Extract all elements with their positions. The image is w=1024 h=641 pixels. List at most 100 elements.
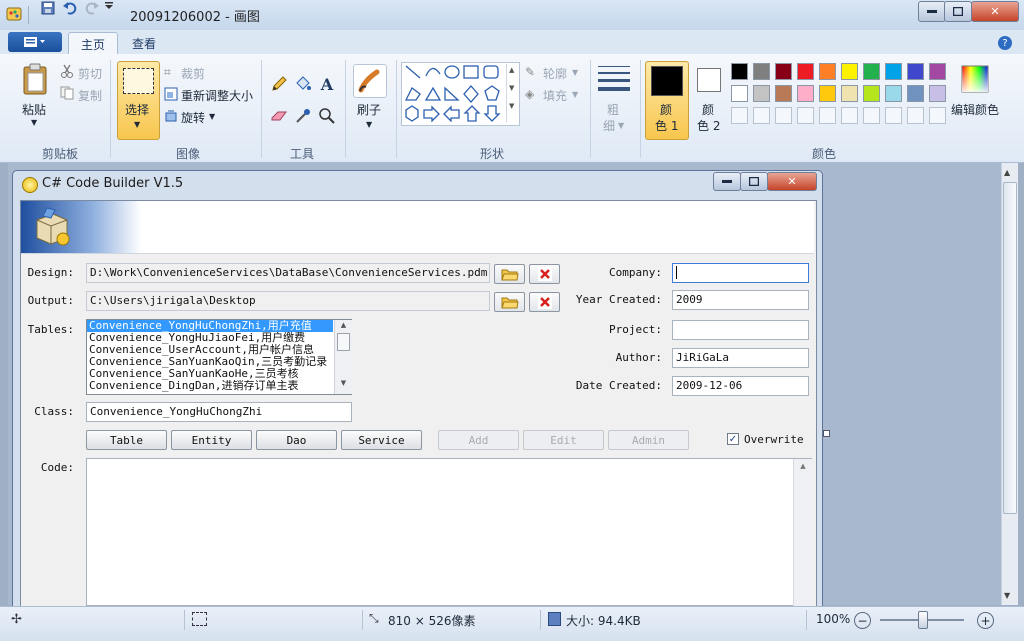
custom-color-swatch[interactable] [907, 107, 924, 124]
scroll-up-icon[interactable]: ▲ [794, 462, 812, 470]
tables-listbox[interactable]: Convenience_YongHuChongZhi,用户充值 Convenie… [86, 319, 352, 395]
code-textarea[interactable] [86, 458, 812, 606]
paste-dropdown-icon[interactable]: ▼ [31, 118, 37, 127]
palette-swatch[interactable] [731, 85, 748, 102]
custom-color-swatch[interactable] [753, 107, 770, 124]
tables-scrollbar[interactable]: ▲ ▼ [334, 320, 352, 394]
output-path-field[interactable]: C:\Users\jirigala\Desktop [86, 291, 490, 311]
dialog-maximize-button[interactable] [740, 172, 768, 191]
redo-icon[interactable] [84, 0, 100, 19]
magnifier-icon[interactable] [316, 106, 338, 126]
author-field[interactable]: JiRiGaLa [672, 348, 809, 368]
save-icon[interactable] [40, 0, 56, 19]
design-clear-button[interactable] [529, 264, 560, 284]
canvas-resize-handle[interactable] [823, 430, 830, 437]
edit-button[interactable]: Edit [523, 430, 604, 450]
pencil-icon[interactable] [268, 74, 290, 94]
palette-swatch[interactable] [929, 63, 946, 80]
palette-swatch[interactable] [731, 63, 748, 80]
service-button[interactable]: Service [341, 430, 422, 450]
maximize-button[interactable] [944, 1, 972, 22]
fill-bucket-icon[interactable] [292, 74, 314, 94]
year-created-field[interactable]: 2009 [672, 290, 809, 310]
edit-colors-icon[interactable] [960, 64, 990, 94]
custom-color-swatch[interactable] [819, 107, 836, 124]
list-item[interactable]: Convenience_UserAccount,用户帐户信息 [87, 344, 333, 356]
rotate-button[interactable]: 旋转 [181, 109, 205, 126]
add-button[interactable]: Add [438, 430, 519, 450]
code-scrollbar[interactable]: ▲ [793, 459, 812, 606]
select-dropdown-icon[interactable]: ▼ [134, 120, 140, 129]
entity-button[interactable]: Entity [171, 430, 252, 450]
tab-view[interactable]: 查看 [120, 32, 168, 54]
list-item[interactable]: Convenience_DingDan,进销存订单主表 [87, 380, 333, 392]
color2-swatch[interactable] [697, 68, 721, 92]
list-item[interactable]: Convenience_YongHuChongZhi,用户充值 [87, 320, 333, 332]
tables-scroll-thumb[interactable] [337, 333, 350, 351]
shapes-gallery-scroll[interactable]: ▲ ▼ ▼ [506, 64, 518, 122]
design-path-field[interactable]: D:\Work\ConvenienceServices\DataBase\Con… [86, 263, 490, 283]
palette-swatch[interactable] [885, 85, 902, 102]
company-field[interactable] [672, 263, 809, 283]
size-dropdown-icon[interactable]: ▼ [618, 121, 624, 130]
cut-button[interactable]: 剪切 [78, 65, 102, 82]
close-button[interactable]: ✕ [971, 1, 1019, 22]
palette-swatch[interactable] [797, 63, 814, 80]
paste-icon[interactable] [20, 62, 50, 96]
dialog-close-button[interactable]: ✕ [767, 172, 817, 191]
palette-swatch[interactable] [863, 63, 880, 80]
project-field[interactable] [672, 320, 809, 340]
overwrite-checkbox[interactable]: ✓ [727, 433, 739, 445]
palette-swatch[interactable] [885, 63, 902, 80]
admin-button[interactable]: Admin [608, 430, 689, 450]
list-item[interactable]: Convenience_YongHuJiaoFei,用户缴费 [87, 332, 333, 344]
zoom-slider-thumb[interactable] [918, 611, 928, 629]
output-clear-button[interactable] [529, 292, 560, 312]
undo-icon[interactable] [62, 0, 78, 19]
class-field[interactable]: Convenience_YongHuChongZhi [86, 402, 352, 422]
tab-home[interactable]: 主页 [68, 32, 119, 55]
date-created-field[interactable]: 2009-12-06 [672, 376, 809, 396]
line-size-icon[interactable] [598, 66, 630, 92]
custom-color-swatch[interactable] [863, 107, 880, 124]
custom-color-swatch[interactable] [731, 107, 748, 124]
palette-swatch[interactable] [775, 63, 792, 80]
zoom-out-button[interactable]: − [854, 612, 871, 629]
palette-swatch[interactable] [819, 85, 836, 102]
canvas-scroll-thumb[interactable] [1003, 182, 1017, 514]
outline-button[interactable]: 轮廓 [543, 65, 567, 82]
palette-swatch[interactable] [841, 85, 858, 102]
paste-button[interactable]: 粘贴 [22, 101, 46, 118]
brushes-dropdown-icon[interactable]: ▼ [366, 120, 372, 129]
edit-colors-button[interactable]: 编辑颜色 [951, 101, 999, 118]
outline-dropdown-icon[interactable]: ▼ [572, 68, 578, 77]
rotate-dropdown-icon[interactable]: ▼ [209, 112, 215, 121]
list-item[interactable]: Convenience_SanYuanKaoHe,三员考核 [87, 368, 333, 380]
table-button[interactable]: Table [86, 430, 167, 450]
custom-color-swatch[interactable] [841, 107, 858, 124]
brushes-icon[interactable] [353, 64, 387, 98]
palette-swatch[interactable] [775, 85, 792, 102]
design-browse-button[interactable] [494, 264, 525, 284]
palette-swatch[interactable] [907, 63, 924, 80]
shapes-gallery-icons[interactable] [404, 64, 504, 122]
eraser-icon[interactable] [268, 106, 290, 126]
minimize-button[interactable] [918, 1, 946, 22]
palette-swatch[interactable] [907, 85, 924, 102]
color-picker-icon[interactable] [292, 106, 314, 126]
fill-button[interactable]: 填充 [543, 87, 567, 104]
resize-button[interactable]: 重新调整大小 [181, 87, 253, 104]
palette-swatch[interactable] [929, 85, 946, 102]
text-tool-icon[interactable]: A [316, 74, 338, 94]
customize-quick-access-icon[interactable] [104, 0, 114, 14]
dialog-minimize-button[interactable] [713, 172, 741, 191]
copy-button[interactable]: 复制 [78, 87, 102, 104]
palette-swatch[interactable] [753, 85, 770, 102]
palette-swatch[interactable] [819, 63, 836, 80]
crop-button[interactable]: 裁剪 [181, 65, 205, 82]
help-icon[interactable]: ? [998, 36, 1012, 50]
palette-swatch[interactable] [841, 63, 858, 80]
list-item[interactable]: Convenience_SanYuanKaoQin,三员考勤记录 [87, 356, 333, 368]
scroll-down-icon[interactable]: ▼ [1004, 591, 1010, 600]
fill-dropdown-icon[interactable]: ▼ [572, 90, 578, 99]
